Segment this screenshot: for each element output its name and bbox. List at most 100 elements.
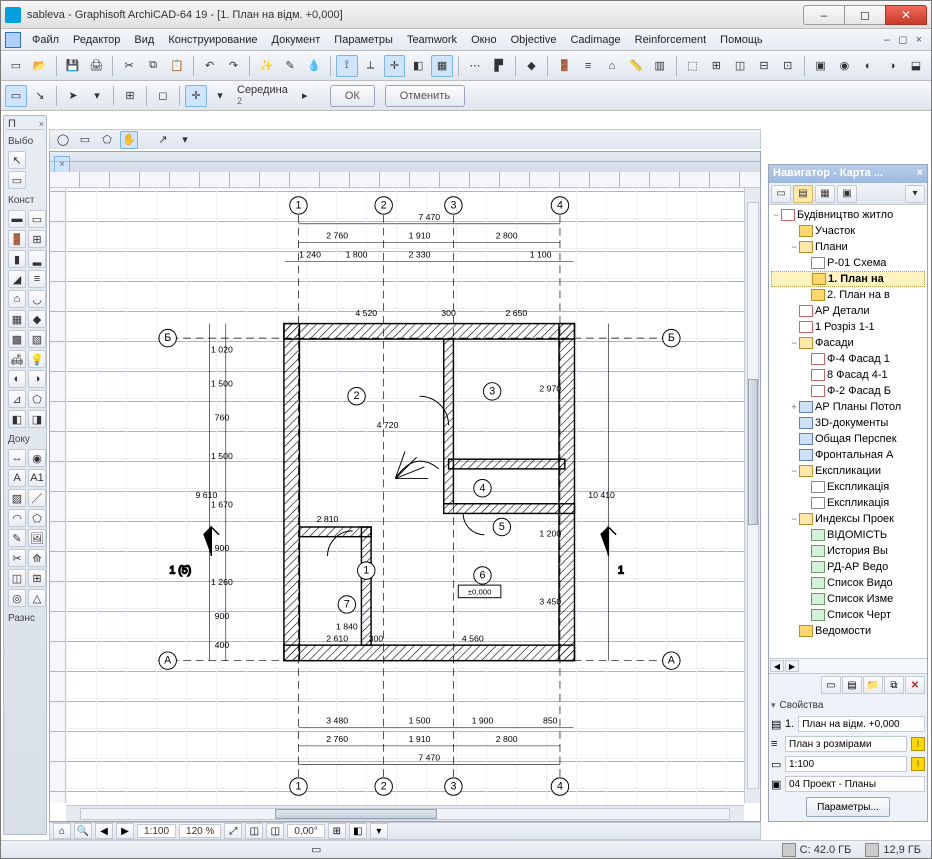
minimize-button[interactable]: – — [803, 5, 845, 25]
tree-scroll-right-icon[interactable]: ▶ — [785, 660, 799, 672]
vs-fit-icon[interactable]: ⤢ — [224, 823, 242, 839]
tree-item[interactable]: Ведомости — [771, 623, 925, 639]
nf-new-icon[interactable]: ▭ — [821, 676, 841, 694]
slab-tool-icon[interactable]: ◢ — [8, 270, 26, 288]
snap5-icon[interactable]: ▦ — [431, 55, 453, 77]
ie-tool-icon[interactable]: ◫ — [8, 569, 26, 587]
opt-arrow-icon[interactable]: ↗ — [154, 131, 172, 149]
section-tool-icon[interactable]: ✂ — [8, 549, 26, 567]
tree-item[interactable]: Список Изме — [771, 591, 925, 607]
marquee-tool-icon[interactable]: ▭ — [8, 171, 26, 189]
ws-tool-icon[interactable]: ⊞ — [28, 569, 46, 587]
tree-scroll-left-icon[interactable]: ◀ — [770, 660, 784, 672]
tree-item[interactable]: 8 Фасад 4-1 — [771, 367, 925, 383]
tree-item[interactable]: РД-АР Ведо — [771, 559, 925, 575]
props-header[interactable]: Свойства — [771, 698, 925, 713]
tree-item[interactable]: Ф-2 Фасад Б — [771, 383, 925, 399]
vs-a-icon[interactable]: ⊞ — [328, 823, 346, 839]
change-tool-icon[interactable]: △ — [28, 589, 46, 607]
tree-item[interactable]: Список Черт — [771, 607, 925, 623]
menu-параметры[interactable]: Параметры — [327, 32, 400, 48]
line-tool-icon[interactable]: ／ — [28, 489, 46, 507]
cancel-button[interactable]: Отменить — [385, 85, 465, 107]
sel-rect-icon[interactable]: ▭ — [5, 85, 27, 107]
params-button[interactable]: Параметры... — [806, 797, 890, 817]
snap4-icon[interactable]: ◧ — [407, 55, 429, 77]
tool-c-icon[interactable]: ⊿ — [8, 390, 26, 408]
menu-cadimage[interactable]: Cadimage — [563, 32, 627, 48]
marquee-icon[interactable]: ◻ — [152, 85, 174, 107]
tree-item[interactable]: −Индексы Проек — [771, 511, 925, 527]
draw-tool-icon[interactable]: ✎ — [8, 529, 26, 547]
close-button[interactable]: ✕ — [885, 5, 927, 25]
tree-item[interactable]: Р-01 Схема — [771, 255, 925, 271]
tb-d[interactable]: ◫ — [729, 55, 751, 77]
measure-icon[interactable]: 📏 — [625, 55, 647, 77]
tree-item[interactable]: Експликація — [771, 495, 925, 511]
wall-tool-icon[interactable]: ▬ — [8, 210, 26, 228]
tool-a-icon[interactable]: ◐ — [8, 370, 26, 388]
tree-item[interactable]: 2. План на в — [771, 287, 925, 303]
snap2-icon[interactable]: ⟂ — [360, 55, 382, 77]
sel-arrow-icon[interactable]: ↘ — [29, 85, 51, 107]
menu-документ[interactable]: Документ — [265, 32, 328, 48]
tb-i[interactable]: ◐ — [857, 55, 879, 77]
stairs-icon[interactable]: ≡ — [577, 55, 599, 77]
menu-teamwork[interactable]: Teamwork — [400, 32, 464, 48]
roof-tool-icon[interactable]: ⌂ — [8, 290, 26, 308]
tb-b[interactable]: ⬚ — [682, 55, 704, 77]
opt-lasso-icon[interactable]: ◯ — [54, 131, 72, 149]
shape-icon[interactable]: ◆ — [521, 55, 543, 77]
vs-c-icon[interactable]: ▾ — [370, 823, 388, 839]
mdi-buttons[interactable]: –◻× — [879, 33, 927, 46]
tree-item[interactable]: История Вы — [771, 543, 925, 559]
nav-mode-project-icon[interactable]: ▭ — [771, 185, 791, 203]
tb-c[interactable]: ⊞ — [705, 55, 727, 77]
dropper-icon[interactable]: 💧 — [303, 55, 325, 77]
tree-item[interactable]: ВІДОМІСТЬ — [771, 527, 925, 543]
ok-button[interactable]: ОК — [330, 85, 375, 107]
tree-item[interactable]: Експликація — [771, 479, 925, 495]
menu-окно[interactable]: Окно — [464, 32, 504, 48]
tree-item[interactable]: 1 Розріз 1-1 — [771, 319, 925, 335]
menu-вид[interactable]: Вид — [127, 32, 161, 48]
menu-файл[interactable]: Файл — [25, 32, 66, 48]
tree-item[interactable]: Ф-4 Фасад 1 — [771, 351, 925, 367]
nf-dup-icon[interactable]: ⧉ — [884, 676, 904, 694]
opt-dd-icon[interactable]: ▾ — [176, 131, 194, 149]
tb-e[interactable]: ⊟ — [753, 55, 775, 77]
object-tool-icon[interactable]: 🛋 — [8, 350, 26, 368]
canvas[interactable]: 1234 1234 БА БА — [66, 188, 744, 803]
poly-tool-icon[interactable]: ⬠ — [28, 509, 46, 527]
cut-icon[interactable]: ✂ — [118, 55, 140, 77]
vs-home-icon[interactable]: ⌂ — [53, 823, 71, 839]
vs-prev-icon[interactable]: ◀ — [95, 823, 113, 839]
curtain-tool-icon[interactable]: ▦ — [8, 310, 26, 328]
fill-tool-icon[interactable]: ▨ — [8, 489, 26, 507]
level-tool-icon[interactable]: ◉ — [28, 449, 46, 467]
nav-mode-viewmap-icon[interactable]: ▤ — [793, 185, 813, 203]
open-icon[interactable]: 📂 — [29, 55, 51, 77]
det-tool-icon[interactable]: ◎ — [8, 589, 26, 607]
undo-icon[interactable]: ↶ — [199, 55, 221, 77]
menu-редактор[interactable]: Редактор — [66, 32, 127, 48]
panel1-close-icon[interactable]: × — [39, 119, 44, 129]
props-sheet[interactable]: 04 Проект - Планы — [785, 776, 925, 792]
window-tool-icon[interactable]: ⊞ — [28, 230, 46, 248]
vs-y-icon[interactable]: ◫ — [266, 823, 284, 839]
tool-b-icon[interactable]: ◑ — [28, 370, 46, 388]
tree-item[interactable]: −Фасади — [771, 335, 925, 351]
nf-folder-icon[interactable]: 📁 — [863, 676, 883, 694]
tool-d-icon[interactable]: ⬠ — [28, 390, 46, 408]
wall2-tool-icon[interactable]: ▭ — [28, 210, 46, 228]
horizontal-scrollbar[interactable] — [66, 805, 744, 821]
group-icon[interactable]: ⊞ — [119, 85, 141, 107]
snap-dd-icon[interactable]: ▾ — [209, 85, 231, 107]
tree-item[interactable]: −Експликации — [771, 463, 925, 479]
nf-delete-icon[interactable]: ✕ — [905, 676, 925, 694]
tb-j[interactable]: ◑ — [881, 55, 903, 77]
maximize-button[interactable]: ◻ — [844, 5, 886, 25]
morph-tool-icon[interactable]: ◆ — [28, 310, 46, 328]
print-icon[interactable]: 🖨 — [85, 55, 107, 77]
navigator-close-icon[interactable]: × — [917, 167, 923, 181]
